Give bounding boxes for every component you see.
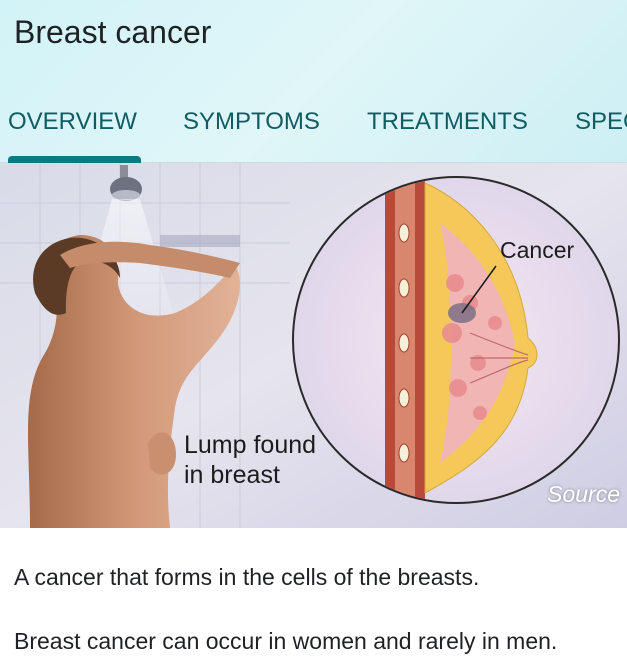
lump-label-line1: Lump found: [184, 431, 317, 459]
lump-label-line2: in breast: [184, 461, 280, 489]
header-panel: Breast cancer OVERVIEW SYMPTOMS TREATMEN…: [0, 0, 627, 163]
tab-bar: OVERVIEW SYMPTOMS TREATMENTS SPECIALISTS: [0, 104, 627, 163]
lump-label: Lump found in breast: [184, 430, 316, 490]
description-line-1: A cancer that forms in the cells of the …: [14, 564, 480, 590]
cancer-label: Cancer: [500, 237, 575, 263]
hero-illustration[interactable]: Cancer Lump found in breast Source: [0, 163, 627, 528]
tab-specialists[interactable]: SPECIALISTS: [575, 108, 627, 136]
active-tab-indicator: [8, 156, 141, 163]
tab-symptoms[interactable]: SYMPTOMS: [183, 108, 320, 136]
tab-overview[interactable]: OVERVIEW: [8, 108, 137, 136]
tab-treatments[interactable]: TREATMENTS: [367, 108, 528, 136]
source-link[interactable]: Source: [547, 481, 620, 508]
page-title: Breast cancer: [14, 14, 212, 50]
description-line-2: Breast cancer can occur in women and rar…: [14, 628, 558, 654]
